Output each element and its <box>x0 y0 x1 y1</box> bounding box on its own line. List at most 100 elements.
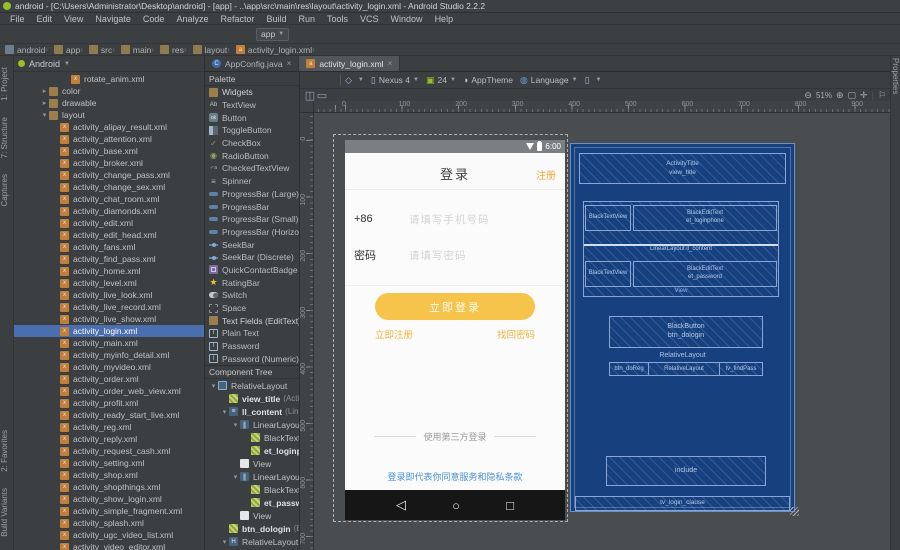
zoom-fit-icon[interactable]: ▢ <box>848 90 857 101</box>
password-label[interactable]: 密码 <box>345 247 409 263</box>
toolbar-icon[interactable] <box>62 27 81 42</box>
device-preview[interactable]: 6:00 登录 注册 +86 请填写手机号码 密码 请填写密码 <box>345 140 565 520</box>
login-button[interactable]: 立即登录 <box>375 293 535 320</box>
project-tree-item[interactable]: activity_shop.xml <box>14 469 204 481</box>
blueprint-et-password[interactable]: BlackEditText et_password <box>633 261 777 287</box>
recents-icon[interactable]: □ <box>506 498 514 513</box>
toolbar-icon[interactable] <box>176 27 195 42</box>
component-tree-item[interactable]: view_title (ActivityTitle) <box>205 392 299 405</box>
menu-item[interactable]: Run <box>293 14 322 24</box>
project-tree-item[interactable]: activity_main.xml <box>14 337 204 349</box>
app-title-bar[interactable]: 登录 注册 <box>345 153 565 190</box>
design-canvas[interactable]: 6:00 登录 注册 +86 请填写手机号码 密码 请填写密码 <box>314 113 890 550</box>
project-tree-item[interactable]: rotate_anim.xml <box>14 73 204 85</box>
toolbar-icon[interactable] <box>350 27 369 42</box>
toolbar-icon[interactable] <box>483 27 502 42</box>
project-view-selector[interactable]: Android <box>29 59 60 69</box>
language-selector[interactable]: ◍ Language ▼ <box>520 75 578 86</box>
menu-item[interactable]: Code <box>137 14 171 24</box>
project-tree-item[interactable]: activity_request_cash.xml <box>14 445 204 457</box>
project-tree-item[interactable]: activity_chat_room.xml <box>14 193 204 205</box>
orientation-selector[interactable]: ◇ ▼ <box>345 75 364 86</box>
palette-item[interactable]: SeekBar (Discrete) <box>205 251 299 264</box>
project-tree-item[interactable]: activity_change_sex.xml <box>14 181 204 193</box>
breadcrumb-item[interactable]: layout › <box>193 45 233 55</box>
blueprint-relativelayout[interactable]: RelativeLayout <box>649 362 719 376</box>
project-tree-item[interactable]: activity_show_login.xml <box>14 493 204 505</box>
component-tree-item[interactable]: ▾ RelativeLayout <box>205 379 299 392</box>
component-tree-item[interactable]: ▾ LinearLayout (horizontal) <box>205 418 299 431</box>
menu-item[interactable]: Window <box>385 14 429 24</box>
palette-item[interactable]: ProgressBar <box>205 200 299 213</box>
find-password-link[interactable]: 找回密码 <box>497 327 535 341</box>
api-level-selector[interactable]: ▣ 24 ▼ <box>426 75 456 86</box>
zoom-out-icon[interactable]: ⊖ <box>804 90 812 101</box>
palette-item[interactable]: Plain Text <box>205 327 299 340</box>
project-tree-item[interactable]: activity_reg.xml <box>14 421 204 433</box>
expand-arrow[interactable]: ▸ <box>40 87 49 95</box>
project-tree-item[interactable]: activity_alipay_result.xml <box>14 121 204 133</box>
blueprint-btn-doreg[interactable]: btn_doReg <box>609 362 649 376</box>
toolbar-icon[interactable] <box>157 27 176 42</box>
expand-arrow[interactable]: ▾ <box>220 408 229 416</box>
toolbar-icon[interactable] <box>369 27 388 42</box>
component-tree-item[interactable]: View <box>205 457 299 470</box>
tool-window-button[interactable]: 7: Structure <box>0 117 9 158</box>
agreement-text[interactable]: 登录即代表你同意服务和隐私条款 <box>345 470 565 483</box>
project-tree-item[interactable]: activity_fans.xml <box>14 241 204 253</box>
blueprint-blacktextview[interactable]: BlackTextView <box>585 261 631 287</box>
palette-item[interactable]: CheckedTextView <box>205 162 299 175</box>
palette-item[interactable]: CheckBox <box>205 137 299 150</box>
toolbar-icon[interactable] <box>388 27 407 42</box>
palette-item[interactable]: ProgressBar (Horizontal) <box>205 226 299 239</box>
palette-item[interactable]: Text Fields (EditText) <box>205 314 299 327</box>
palette-item[interactable]: Space <box>205 302 299 315</box>
phone-input-placeholder[interactable]: 请填写手机号码 <box>409 212 490 227</box>
project-tree-item[interactable]: activity_order.xml <box>14 373 204 385</box>
project-tree-item[interactable]: activity_edit.xml <box>14 217 204 229</box>
project-tree-item[interactable]: activity_ready_start_live.xml <box>14 409 204 421</box>
toolbar-icon[interactable] <box>24 27 43 42</box>
editor-tab[interactable]: activity_login.xml × <box>299 56 400 71</box>
component-tree-item[interactable]: BlackTextView <box>205 431 299 444</box>
run-configuration-select[interactable]: app▼ <box>256 28 289 41</box>
project-tree-item[interactable]: activity_attention.xml <box>14 133 204 145</box>
phone-number-row[interactable]: +86 请填写手机号码 <box>345 206 565 232</box>
menu-item[interactable]: Help <box>429 14 460 24</box>
blueprint-include[interactable]: include <box>606 456 766 486</box>
breadcrumb-item[interactable]: src › <box>89 45 118 55</box>
expand-arrow[interactable]: ▾ <box>40 111 49 119</box>
project-tree-item[interactable]: activity_level.xml <box>14 277 204 289</box>
expand-arrow[interactable]: ▾ <box>220 538 229 546</box>
component-tree-item[interactable]: ▾ ll_content (LinearLayout) <box>205 405 299 418</box>
toolbar-icon[interactable] <box>426 27 445 42</box>
blueprint-preview[interactable]: ActivityTitle view_title BlackTextView B… <box>570 143 795 512</box>
project-tree-item[interactable]: ▸ color <box>14 85 204 97</box>
toolbar-icon[interactable] <box>445 27 464 42</box>
breadcrumb-item[interactable]: res › <box>160 45 189 55</box>
close-tab-icon[interactable]: × <box>287 59 292 68</box>
expand-arrow[interactable]: ▾ <box>231 421 240 429</box>
palette-item[interactable]: ProgressBar (Large) <box>205 188 299 201</box>
palette-item[interactable]: Button <box>205 111 299 124</box>
project-tree-item[interactable]: ▸ drawable <box>14 97 204 109</box>
menu-item[interactable]: File <box>4 14 31 24</box>
project-tree-item[interactable]: activity_home.xml <box>14 265 204 277</box>
project-tree-item[interactable]: activity_myvideo.xml <box>14 361 204 373</box>
palette-item[interactable]: Password <box>205 340 299 353</box>
password-row[interactable]: 密码 请填写密码 <box>345 242 565 268</box>
palette-item[interactable]: Spinner <box>205 175 299 188</box>
toolbar-icon[interactable] <box>407 27 426 42</box>
project-tree-item[interactable]: activity_find_pass.xml <box>14 253 204 265</box>
blueprint-tv-login-clause[interactable]: tv_login_clause <box>575 496 790 511</box>
theme-selector[interactable]: ◑ AppTheme <box>463 75 513 85</box>
project-tree-item[interactable]: activity_base.xml <box>14 145 204 157</box>
project-tree-item[interactable]: activity_splash.xml <box>14 517 204 529</box>
palette-item[interactable]: ToggleButton <box>205 124 299 137</box>
component-tree-item[interactable]: et_password <box>205 496 299 509</box>
toolbar-icon[interactable] <box>464 27 483 42</box>
project-tree-item[interactable]: activity_video_editor.xml <box>14 541 204 550</box>
component-tree-item[interactable]: ▾ LinearLayout (horizontal) <box>205 470 299 483</box>
menu-item[interactable]: View <box>58 14 89 24</box>
project-tree-item[interactable]: activity_live_record.xml <box>14 301 204 313</box>
